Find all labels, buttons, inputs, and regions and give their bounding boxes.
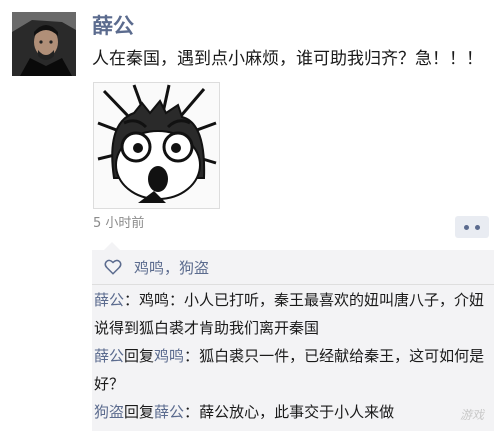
comment-reply-target[interactable]: 鸡鸣 (154, 347, 184, 365)
comment-separator: ： (124, 291, 140, 309)
comment-section: 鸡鸣，狗盗 薛公：鸡鸣：小人已打听，秦王最喜欢的妞叫唐八子，介妞说得到狐白裘才肯… (92, 242, 494, 431)
comment-item[interactable]: 狗盗回复薛公：薛公放心，此事交于小人来做 (94, 398, 490, 426)
more-dot (464, 224, 469, 230)
comment-text: 鸡鸣：小人已打听，秦王最喜欢的妞叫唐八子，介妞说得到狐白裘才肯助我们离开秦国 (94, 291, 485, 337)
post-author[interactable]: 薛公 (92, 14, 134, 38)
comment-reply-word: 回复 (124, 347, 155, 365)
comment-item[interactable]: 薛公回复鸡鸣：狐白裘只一件，已经献给秦王，这可如何是好？ (94, 342, 490, 398)
post-timestamp: 5 小时前 (93, 216, 145, 231)
avatar[interactable] (12, 12, 76, 76)
comment-reply-word: 回复 (124, 403, 155, 421)
heart-icon (104, 259, 122, 275)
comment-author[interactable]: 薛公 (94, 291, 124, 309)
post-text: 人在秦国，遇到点小麻烦，谁可助我归齐？急！！！ (92, 49, 483, 69)
shocked-cartoon-image (94, 83, 219, 208)
likes-names[interactable]: 鸡鸣，狗盗 (134, 257, 209, 278)
likes-row: 鸡鸣，狗盗 (92, 250, 494, 285)
comment-text: 薛公放心，此事交于小人来做 (199, 403, 395, 421)
watermark: 游戏 (459, 408, 484, 422)
post-image[interactable] (93, 82, 220, 209)
comment-author[interactable]: 薛公 (94, 347, 124, 365)
more-dot (475, 224, 480, 230)
more-icon[interactable] (455, 216, 489, 238)
comment-item[interactable]: 薛公：鸡鸣：小人已打听，秦王最喜欢的妞叫唐八子，介妞说得到狐白裘才肯助我们离开秦… (94, 286, 490, 342)
comment-author[interactable]: 狗盗 (94, 403, 124, 421)
avatar-portrait-image (12, 12, 76, 76)
comment-reply-target[interactable]: 薛公 (154, 403, 184, 421)
comment-separator: ： (184, 347, 200, 365)
comment-separator: ： (184, 403, 200, 421)
